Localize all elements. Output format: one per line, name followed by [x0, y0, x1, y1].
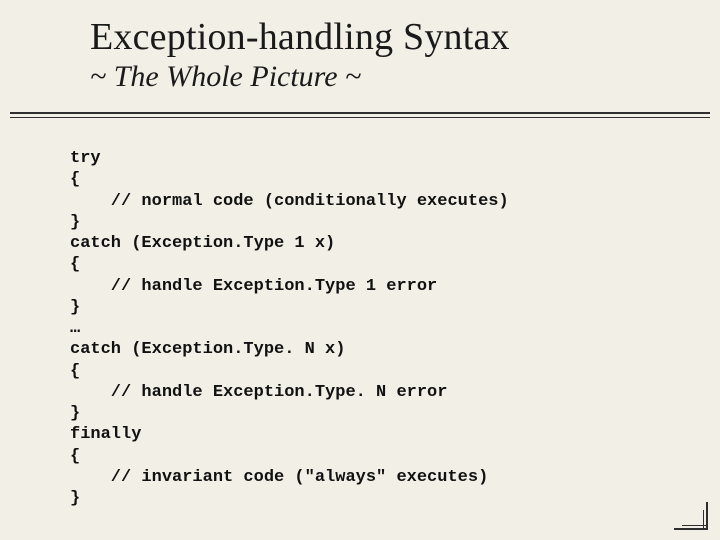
code-line: }	[70, 298, 80, 317]
code-line: }	[70, 213, 80, 232]
code-line: // handle Exception.Type 1 error	[70, 277, 437, 296]
slide-subtitle: ~ The Whole Picture ~	[90, 60, 680, 94]
corner-line	[682, 525, 708, 526]
code-line: // handle Exception.Type. N error	[70, 383, 447, 402]
code-line: }	[70, 489, 80, 508]
code-line: …	[70, 319, 80, 338]
code-line: {	[70, 362, 80, 381]
divider-thin	[10, 117, 710, 118]
divider	[10, 112, 710, 118]
code-line: {	[70, 255, 80, 274]
code-block: try { // normal code (conditionally exec…	[70, 148, 680, 509]
code-line: catch (Exception.Type 1 x)	[70, 234, 335, 253]
slide-title: Exception-handling Syntax	[90, 18, 680, 58]
slide: Exception-handling Syntax ~ The Whole Pi…	[0, 0, 720, 540]
code-line: }	[70, 404, 80, 423]
code-line: {	[70, 447, 80, 466]
code-line: catch (Exception.Type. N x)	[70, 340, 345, 359]
corner-ornament	[674, 502, 708, 530]
code-line: {	[70, 170, 80, 189]
code-line: // normal code (conditionally executes)	[70, 192, 509, 211]
code-line: finally	[70, 425, 141, 444]
code-line: // invariant code ("always" executes)	[70, 468, 488, 487]
slide-header: Exception-handling Syntax ~ The Whole Pi…	[90, 18, 680, 100]
corner-line	[703, 510, 704, 530]
divider-thick	[10, 112, 710, 114]
corner-line	[706, 502, 708, 530]
code-line: try	[70, 149, 101, 168]
